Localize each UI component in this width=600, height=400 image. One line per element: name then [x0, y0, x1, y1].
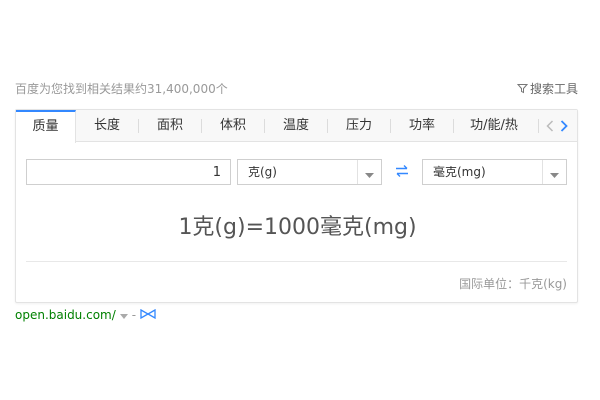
to-unit-select[interactable]: 毫克(mg)	[422, 159, 567, 185]
from-unit-label: 克(g)	[248, 165, 277, 179]
filter-icon	[516, 83, 528, 94]
swap-arrows-icon	[395, 163, 409, 182]
tab-mass[interactable]: 质量	[16, 110, 76, 143]
tab-length[interactable]: 长度	[76, 110, 138, 142]
search-tools-label: 搜索工具	[529, 82, 578, 96]
category-tabs: 质量 长度 面积 体积 温度 压力 功率 功/能/热	[16, 110, 577, 143]
tabs-next-button[interactable]	[557, 118, 571, 134]
baidu-verified-icon[interactable]	[140, 308, 156, 322]
unit-converter-card: 质量 长度 面积 体积 温度 压力 功率 功/能/热 克(g)	[15, 109, 578, 303]
tab-power[interactable]: 功率	[391, 110, 453, 142]
result-count: 百度为您找到相关结果约31,400,000个	[15, 82, 228, 96]
standard-unit-note: 国际单位：千克(kg)	[459, 277, 567, 291]
search-tools-button[interactable]: 搜索工具	[516, 80, 578, 97]
from-unit-dropdown[interactable]	[357, 160, 381, 184]
caret-down-icon	[550, 163, 559, 182]
chevron-left-icon	[546, 117, 554, 136]
divider	[26, 261, 567, 262]
conversion-result: 1克(g)=1000毫克(mg)	[178, 215, 417, 240]
tab-temperature[interactable]: 温度	[265, 110, 327, 142]
from-unit-select[interactable]: 克(g)	[237, 159, 382, 185]
tabs-prev-button[interactable]	[543, 118, 557, 134]
caret-down-icon	[365, 163, 374, 182]
source-line: open.baidu.com/ -	[15, 308, 156, 322]
value-input[interactable]	[26, 159, 231, 185]
tab-work-energy-heat[interactable]: 功/能/热	[454, 110, 534, 142]
caret-down-icon	[119, 308, 128, 322]
chevron-right-icon	[560, 117, 568, 136]
source-separator: -	[131, 308, 137, 322]
to-unit-dropdown[interactable]	[542, 160, 566, 184]
to-unit-label: 毫克(mg)	[433, 165, 486, 179]
tab-volume[interactable]: 体积	[202, 110, 264, 142]
tab-area[interactable]: 面积	[139, 110, 201, 142]
source-dropdown-arrow[interactable]	[119, 308, 128, 322]
source-url-link[interactable]: open.baidu.com/	[15, 308, 116, 322]
tab-pressure[interactable]: 压力	[328, 110, 390, 142]
swap-units-button[interactable]	[389, 159, 415, 185]
tab-divider	[538, 119, 539, 133]
